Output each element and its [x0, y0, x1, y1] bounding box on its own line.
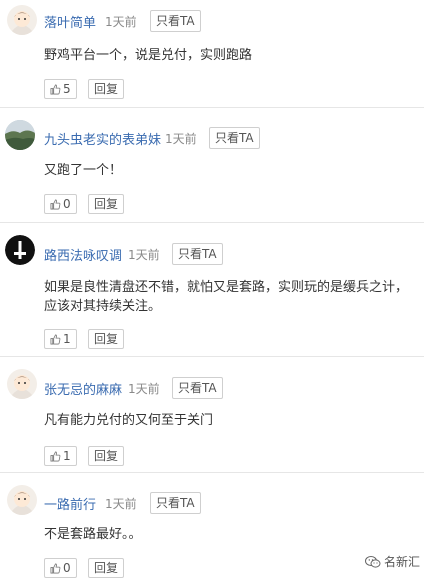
comment-item: 落叶简单 1天前 只看TA 野鸡平台一个，说是兑付，实则跑路 5 回复: [0, 0, 424, 108]
like-count: 1: [63, 449, 71, 463]
like-button[interactable]: 0: [44, 558, 77, 578]
username[interactable]: 落叶简单: [44, 12, 96, 31]
like-count: 5: [63, 82, 71, 96]
comment-text: 如果是良性清盘还不错，就怕又是套路，实则玩的是缓兵之计，应该对其持续关注。: [44, 280, 409, 314]
thumb-up-icon: [50, 561, 61, 579]
only-view-ta-button[interactable]: 只看TA: [172, 243, 223, 265]
comment-item: 路西法咏叹调 1天前 只看TA 如果是良性清盘还不错，就怕又是套路，实则玩的是缓…: [0, 223, 424, 357]
timestamp: 1天前: [105, 15, 137, 29]
username[interactable]: 九头虫老实的表弟妹: [44, 129, 161, 148]
username[interactable]: 张无忌的麻麻: [44, 379, 122, 398]
like-button[interactable]: 0: [44, 194, 77, 214]
landscape-avatar-icon[interactable]: [5, 120, 35, 150]
wechat-icon: [364, 555, 381, 572]
watermark: 名新汇: [364, 553, 420, 572]
reply-button[interactable]: 回复: [88, 194, 125, 214]
comment-item: 张无忌的麻麻 1天前 只看TA 凡有能力兑付的又何至于关门 1 回复: [0, 357, 424, 473]
only-view-ta-button[interactable]: 只看TA: [172, 377, 223, 399]
cartoon-avatar-icon[interactable]: [7, 485, 37, 515]
only-view-ta-button[interactable]: 只看TA: [209, 127, 260, 149]
comment-text: 凡有能力兑付的又何至于关门: [44, 413, 214, 428]
username[interactable]: 路西法咏叹调: [44, 245, 122, 264]
comment-text: 又跑了一个！: [44, 163, 123, 178]
reply-button[interactable]: 回复: [88, 79, 125, 99]
watermark-text: 名新汇: [383, 555, 420, 569]
like-count: 0: [63, 561, 71, 575]
thumb-up-icon: [50, 449, 61, 467]
like-button[interactable]: 1: [44, 446, 77, 466]
comment-item: 一路前行 1天前 只看TA 不是套路最好。。 0 回复: [0, 473, 424, 582]
thumb-up-icon: [50, 82, 61, 100]
comment-item: 九头虫老实的表弟妹 1天前 只看TA 又跑了一个！ 0 回复: [0, 108, 424, 223]
reply-button[interactable]: 回复: [88, 446, 125, 466]
like-count: 0: [63, 197, 71, 211]
timestamp: 1天前: [128, 382, 160, 396]
like-count: 1: [63, 332, 71, 346]
only-view-ta-button[interactable]: 只看TA: [150, 10, 201, 32]
like-button[interactable]: 5: [44, 79, 77, 99]
cartoon-avatar-icon[interactable]: [7, 369, 37, 399]
cartoon-avatar-icon[interactable]: [7, 5, 37, 35]
only-view-ta-button[interactable]: 只看TA: [150, 492, 201, 514]
timestamp: 1天前: [105, 497, 137, 511]
thumb-up-icon: [50, 197, 61, 215]
timestamp: 1天前: [165, 132, 197, 146]
timestamp: 1天前: [128, 248, 160, 262]
username[interactable]: 一路前行: [44, 494, 96, 513]
thumb-up-icon: [50, 332, 61, 350]
reply-button[interactable]: 回复: [88, 329, 125, 349]
inverted-cross-avatar-icon[interactable]: [5, 235, 35, 265]
comment-text: 野鸡平台一个，说是兑付，实则跑路: [44, 48, 253, 63]
like-button[interactable]: 1: [44, 329, 77, 349]
reply-button[interactable]: 回复: [88, 558, 125, 578]
comment-text: 不是套路最好。。: [44, 527, 142, 542]
